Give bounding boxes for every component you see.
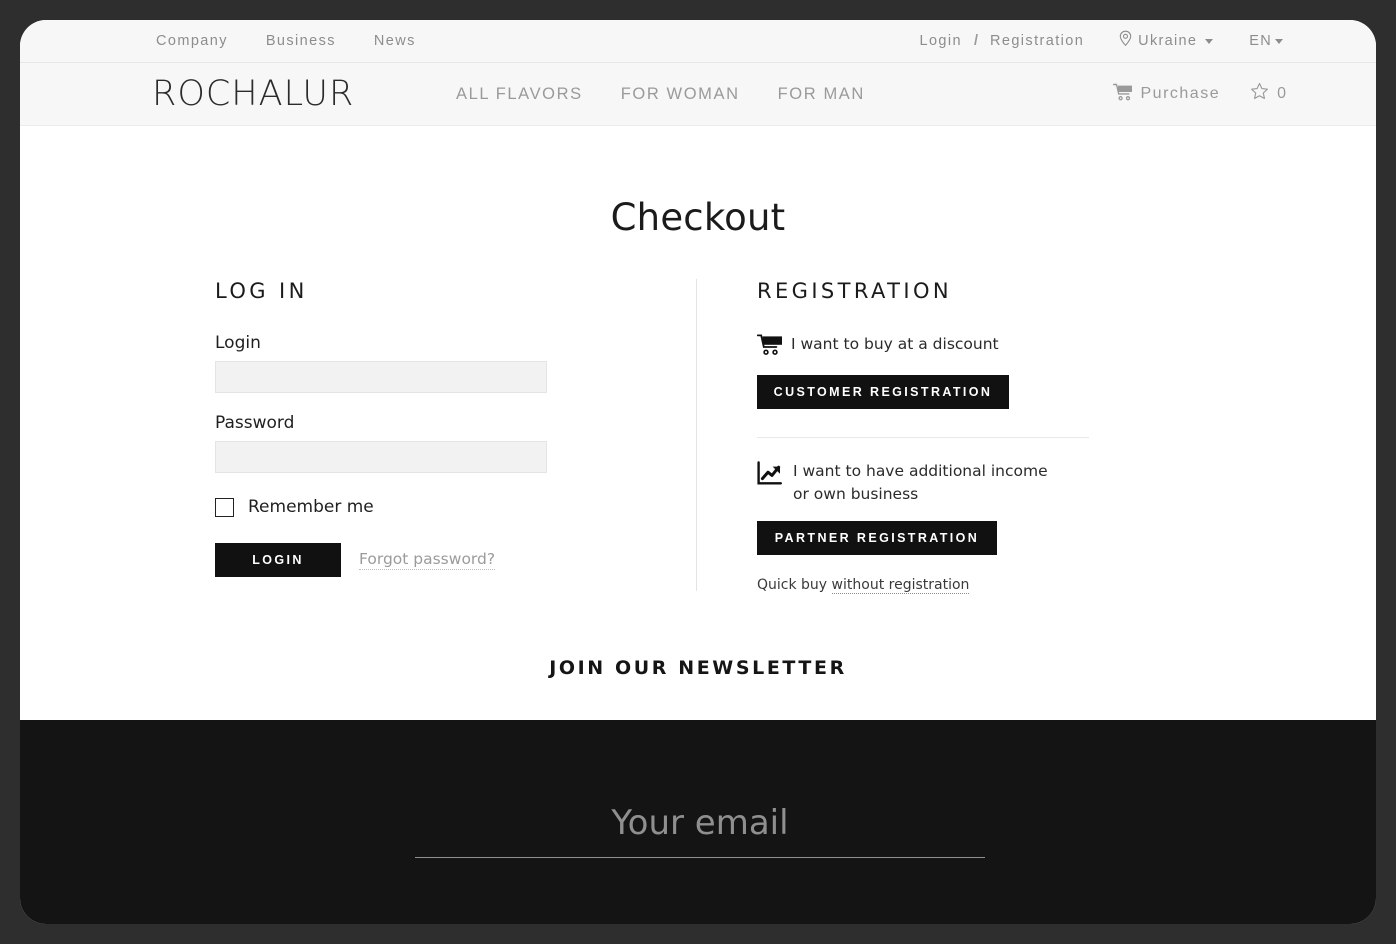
newsletter-heading: JOIN OUR NEWSLETTER (549, 657, 847, 679)
customer-registration-button[interactable]: CUSTOMER REGISTRATION (757, 375, 1009, 409)
email-field-wrapper (415, 802, 985, 858)
checkout-columns: LOG IN Login Password Remember me LOGIN … (20, 279, 1376, 609)
topbar-link-business[interactable]: Business (266, 33, 336, 49)
shopping-cart-icon (1112, 83, 1133, 106)
quick-buy-prefix: Quick buy (757, 576, 832, 593)
nav-link-for-woman[interactable]: FOR WOMAN (621, 85, 740, 104)
browser-viewport: Company Business News Login / Registrati… (20, 20, 1376, 924)
remember-me-row: Remember me (215, 497, 555, 517)
login-field-group: Login (215, 333, 555, 393)
login-submit-button[interactable]: LOGIN (215, 543, 341, 577)
map-pin-icon (1118, 30, 1133, 52)
language-selector[interactable]: EN (1249, 33, 1283, 49)
registration-separator (757, 437, 1089, 438)
password-field-label: Password (215, 413, 295, 433)
shopping-cart-icon (756, 334, 783, 361)
quick-buy-row: Quick buy without registration (757, 576, 1107, 594)
topbar-account-area: Login / Registration Ukraine EN (919, 20, 1283, 62)
top-utility-bar: Company Business News Login / Registrati… (20, 20, 1376, 63)
login-panel: LOG IN Login Password Remember me LOGIN … (215, 279, 555, 577)
auth-separator: / (973, 33, 978, 49)
partner-registration-button[interactable]: PARTNER REGISTRATION (757, 520, 997, 555)
customer-option-text: I want to buy at a discount (791, 335, 999, 353)
customer-registration-option: I want to buy at a discount (756, 333, 1107, 361)
purchase-label: Purchase (1140, 85, 1221, 102)
chart-trend-up-icon (757, 461, 785, 492)
favorites-button[interactable]: 0 (1250, 82, 1286, 106)
page-content: Checkout LOG IN Login Password Remember … (20, 126, 1376, 726)
star-icon (1250, 82, 1269, 106)
newsletter-email-input[interactable] (415, 802, 985, 858)
registration-panel: REGISTRATION I want to buy at a discount (756, 279, 1107, 594)
topbar-link-news[interactable]: News (374, 33, 416, 49)
nav-link-all-flavors[interactable]: ALL FLAVORS (456, 85, 583, 104)
quick-buy-link[interactable]: without registration (831, 576, 970, 594)
column-divider (696, 279, 697, 591)
nav-link-for-man[interactable]: FOR MAN (778, 85, 865, 104)
favorites-count: 0 (1277, 85, 1286, 102)
login-input[interactable] (215, 361, 547, 393)
topbar-nav: Company Business News (156, 20, 416, 62)
registration-heading: REGISTRATION (757, 279, 953, 303)
forgot-password-link[interactable]: Forgot password? (359, 550, 496, 570)
topbar-link-company[interactable]: Company (156, 33, 228, 49)
partner-registration-option: I want to have additional income or own … (757, 460, 1107, 507)
password-input[interactable] (215, 441, 547, 473)
newsletter-footer (20, 720, 1376, 924)
remember-me-checkbox[interactable] (215, 497, 234, 517)
main-navigation: ALL FLAVORS FOR WOMAN FOR MAN (456, 63, 865, 125)
region-selector[interactable]: Ukraine (1118, 30, 1214, 52)
chevron-down-icon (1205, 38, 1214, 44)
login-link[interactable]: Login (919, 33, 961, 49)
password-field-group: Password (215, 413, 555, 473)
device-frame: Company Business News Login / Registrati… (0, 0, 1396, 944)
login-field-label: Login (215, 333, 261, 353)
region-value: Ukraine (1138, 33, 1198, 49)
page-title: Checkout (610, 196, 786, 239)
main-header-bar: ROCHALUR ALL FLAVORS FOR WOMAN FOR MAN P… (20, 63, 1376, 126)
partner-option-text: I want to have additional income or own … (793, 462, 1048, 504)
site-logo[interactable]: ROCHALUR (152, 74, 354, 114)
registration-link[interactable]: Registration (990, 33, 1084, 49)
login-heading: LOG IN (215, 279, 308, 303)
chevron-down-icon (1275, 38, 1283, 44)
header-actions: Purchase 0 (1112, 63, 1286, 125)
remember-me-label: Remember me (248, 497, 374, 517)
language-value: EN (1249, 33, 1272, 49)
login-action-row: LOGIN Forgot password? (215, 543, 555, 577)
purchase-button[interactable]: Purchase (1112, 83, 1221, 106)
